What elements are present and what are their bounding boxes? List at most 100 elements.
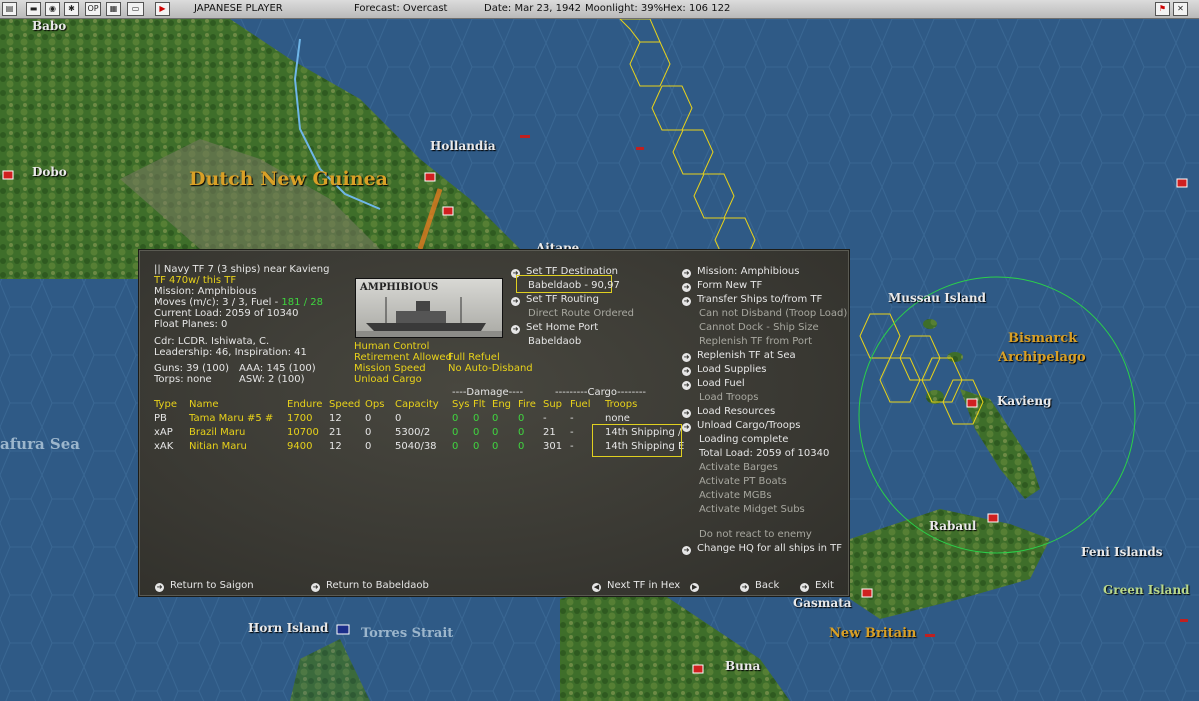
option-human-control[interactable]: Human Control (354, 341, 429, 352)
column-header-flt[interactable]: Flt (473, 399, 485, 410)
map-label-kavieng: Kavieng (997, 394, 1052, 408)
menu-item-12[interactable]: Loading complete (699, 434, 788, 445)
next-tf-button[interactable]: ◀ Next TF in Hex ▶ (592, 580, 705, 592)
column-header-endure[interactable]: Endure (287, 399, 322, 410)
map-label-dobo: Dobo (32, 165, 67, 179)
reports-icon[interactable]: ▦ (106, 2, 121, 16)
menu-item-6[interactable]: ➜ Replenish TF at Sea (682, 350, 796, 362)
change-hq-button[interactable]: ➜ Change HQ for all ships in TF (682, 543, 842, 555)
destination-value: Babeldaob - 90,97 (528, 280, 620, 291)
arrow-icon: ➜ (511, 297, 520, 306)
save-icon[interactable]: ▤ (2, 2, 17, 16)
map-label-buna: Buna (725, 659, 761, 673)
column-header-capacity[interactable]: Capacity (395, 399, 439, 410)
tools-icon[interactable]: ▬ (26, 2, 41, 16)
ship-row-1-fuel: - (570, 413, 574, 424)
arrow-icon: ➜ (682, 546, 691, 555)
ship-silhouette (356, 297, 502, 337)
column-header-fuel[interactable]: Fuel (570, 399, 590, 410)
tf-mission: Mission: Amphibious (154, 286, 257, 297)
exit-button[interactable]: ➜ Exit (800, 580, 834, 592)
ship-row-3-name[interactable]: Nitian Maru (189, 441, 247, 452)
set-routing-button[interactable]: ➜ Set TF Routing (511, 294, 599, 306)
column-header-ops[interactable]: Ops (365, 399, 384, 410)
return-babeldaob-button[interactable]: ➜ Return to Babeldaob (311, 580, 429, 592)
menu-item-1[interactable]: ➜ Form New TF (682, 280, 762, 292)
column-header-speed[interactable]: Speed (329, 399, 360, 410)
menu-item-15: Activate PT Boats (699, 476, 787, 487)
option-retirement[interactable]: Retirement Allowed (354, 352, 452, 363)
back-button[interactable]: ➜ Back (740, 580, 779, 592)
ship-row-1-eng: 0 (492, 413, 499, 424)
menu-item-2[interactable]: ➜ Transfer Ships to/from TF (682, 294, 822, 306)
ship-row-2-flt: 0 (473, 427, 480, 438)
map-label-horn-island: Horn Island (248, 621, 329, 635)
map-label-archipelago: Archipelago (998, 350, 1086, 365)
column-header-eng[interactable]: Eng (492, 399, 511, 410)
ship-row-2-sys: 0 (452, 427, 459, 438)
close-icon[interactable]: ✕ (1173, 2, 1188, 16)
arrow-icon: ➜ (682, 409, 691, 418)
arrow-icon: ➜ (682, 297, 691, 306)
list-icon[interactable]: ▭ (127, 2, 144, 16)
tf-fuel-value: 181 / 28 (281, 297, 323, 308)
ship-row-1-name[interactable]: Tama Maru #5 # (189, 413, 273, 424)
tf-float-planes: Float Planes: 0 (154, 319, 228, 330)
ship-row-3-endure: 9400 (287, 441, 313, 452)
option-unload-cargo[interactable]: Unload Cargo (354, 374, 422, 385)
set-home-port-button[interactable]: ➜ Set Home Port (511, 322, 598, 334)
arrow-icon: ➜ (800, 583, 809, 592)
op-button[interactable]: OP (85, 2, 101, 16)
option-auto-disband[interactable]: No Auto-Disband (448, 363, 533, 374)
map-label-babo: Babo (32, 19, 67, 33)
ship-row-1-troops[interactable]: none (605, 413, 630, 424)
ship-row-3-sys: 0 (452, 441, 459, 452)
ship-row-2-ops: 0 (365, 427, 372, 438)
ship-row-1-flt: 0 (473, 413, 480, 424)
arrow-icon: ➜ (682, 423, 691, 432)
ship-row-1-sup: - (543, 413, 547, 424)
menu-item-13[interactable]: Total Load: 2059 of 10340 (699, 448, 829, 459)
globe-icon[interactable]: ◉ (45, 2, 60, 16)
ship-row-1-capacity: 0 (395, 413, 402, 424)
column-header-fire[interactable]: Fire (518, 399, 536, 410)
menu-item-7[interactable]: ➜ Load Supplies (682, 364, 766, 376)
map-label-rabaul: Rabaul (929, 519, 977, 533)
tf-commander[interactable]: Cdr: LCDR. Ishiwata, C. (154, 336, 269, 347)
flag-icon[interactable]: ⚑ (1155, 2, 1170, 16)
return-saigon-button[interactable]: ➜ Return to Saigon (155, 580, 254, 592)
arrow-icon: ➜ (155, 583, 164, 592)
ship-row-2-fuel: - (570, 427, 574, 438)
map-label-bismarck: Bismarck (1008, 331, 1078, 346)
tf-moves: Moves (m/c): 3 / 3, Fuel - 181 / 28 (154, 297, 323, 308)
menu-item-11[interactable]: ➜ Unload Cargo/Troops (682, 420, 800, 432)
ship-row-3-eng: 0 (492, 441, 499, 452)
ship-row-3-sup: 301 (543, 441, 563, 452)
menu-item-10[interactable]: ➜ Load Resources (682, 406, 775, 418)
map-label-torres-strait: Torres Strait (361, 626, 454, 641)
menu-item-0[interactable]: ➜ Mission: Amphibious (682, 266, 799, 278)
menu-item-8[interactable]: ➜ Load Fuel (682, 378, 745, 390)
ship-row-1-sys: 0 (452, 413, 459, 424)
settings-icon[interactable]: ✱ (64, 2, 79, 16)
map-label-gasmata: Gasmata (793, 596, 852, 610)
column-header-sup[interactable]: Sup (543, 399, 562, 410)
ship-row-2-name[interactable]: Brazil Maru (189, 427, 245, 438)
react-option[interactable]: Do not react to enemy (699, 529, 812, 540)
moonlight-label: Moonlight: 39% (585, 3, 664, 14)
option-refuel[interactable]: Full Refuel (448, 352, 500, 363)
arrow-icon: ➜ (311, 583, 320, 592)
home-port-value: Babeldaob (528, 336, 582, 347)
player-label: JAPANESE PLAYER (194, 3, 283, 14)
column-header-name[interactable]: Name (189, 399, 219, 410)
column-header-sys[interactable]: Sys (452, 399, 469, 410)
option-mission-speed[interactable]: Mission Speed (354, 363, 426, 374)
ship-row-2-sup: 21 (543, 427, 556, 438)
end-turn-icon[interactable]: ▶ (155, 2, 170, 16)
column-header-type[interactable]: Type (154, 399, 177, 410)
arrow-icon: ➜ (682, 367, 691, 376)
tf-asw: ASW: 2 (100) (239, 374, 305, 385)
column-header-troops[interactable]: Troops (605, 399, 637, 410)
right-arrow-icon: ▶ (690, 583, 700, 592)
arrow-icon: ➜ (682, 381, 691, 390)
